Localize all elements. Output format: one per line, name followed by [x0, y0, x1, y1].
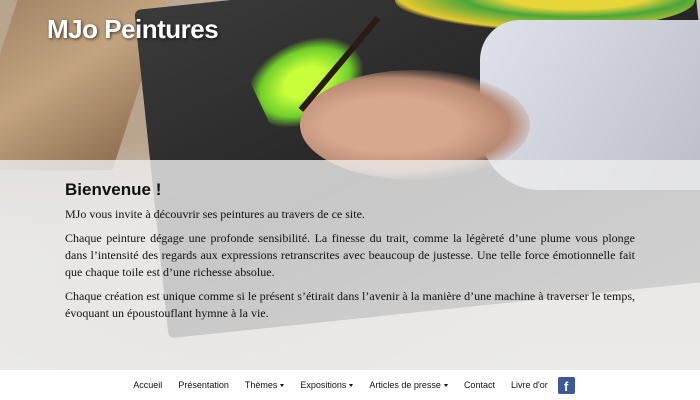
nav-item-livre-dor[interactable]: Livre d'or: [503, 380, 556, 390]
nav-item-articles-de-presse[interactable]: Articles de presse: [361, 380, 456, 390]
intro-paragraph: MJo vous invite à découvrir ses peinture…: [65, 207, 365, 221]
welcome-content: Bienvenue ! MJo vous invite à découvrir …: [65, 180, 635, 329]
nav-item-label: Articles de presse: [369, 380, 441, 390]
nav-item-label: Contact: [463, 380, 495, 390]
caret-down-icon: [280, 383, 285, 387]
nav-item-accueil[interactable]: Accueil: [125, 380, 170, 390]
nav-item-contact[interactable]: Contact: [456, 380, 503, 390]
caret-down-icon: [443, 383, 448, 387]
main-navigation: Accueil Présentation Thèmes Expositions …: [0, 370, 700, 400]
nav-item-label: Livre d'or: [510, 380, 548, 390]
nav-item-label: Présentation: [178, 380, 229, 390]
sensibility-paragraph: Chaque peinture dégage une profonde sens…: [65, 231, 635, 279]
nav-item-themes[interactable]: Thèmes: [237, 380, 293, 390]
welcome-heading: Bienvenue !: [65, 180, 162, 199]
nav-item-label: Expositions: [300, 380, 347, 390]
creation-paragraph: Chaque création est unique comme si le p…: [65, 289, 635, 320]
nav-item-label: Thèmes: [244, 380, 278, 390]
nav-item-label: Accueil: [133, 380, 163, 390]
facebook-link[interactable]: f: [556, 376, 575, 394]
site-title[interactable]: MJo Peintures: [47, 14, 219, 45]
facebook-icon: f: [557, 376, 575, 394]
nav-item-expositions[interactable]: Expositions: [292, 380, 361, 390]
nav-item-presentation[interactable]: Présentation: [170, 380, 237, 390]
welcome-panel: Bienvenue ! MJo vous invite à découvrir …: [0, 160, 700, 370]
caret-down-icon: [349, 383, 354, 387]
